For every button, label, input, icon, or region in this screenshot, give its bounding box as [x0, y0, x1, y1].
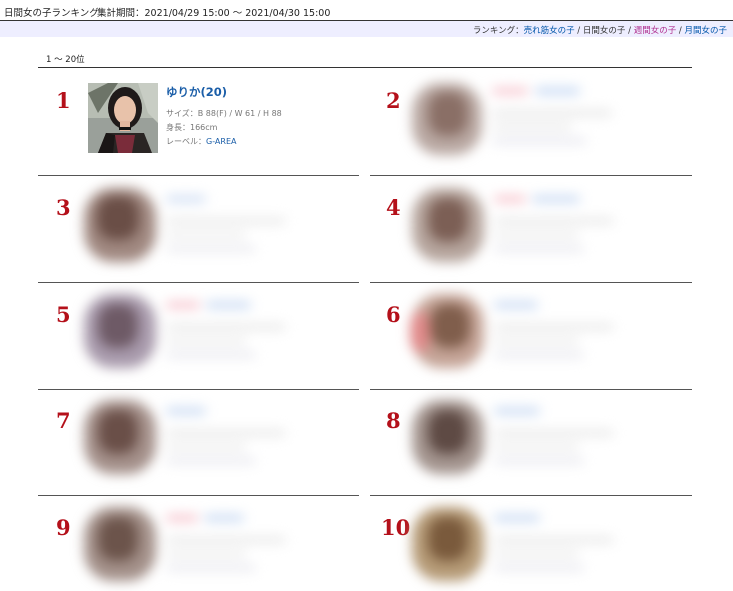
divider	[38, 389, 359, 390]
nav-sep: /	[625, 26, 634, 36]
nav-link-monthly[interactable]: 月間女の子	[684, 26, 727, 36]
rank-number: 5	[56, 302, 71, 327]
divider	[370, 495, 692, 496]
blurred-entry[interactable]	[82, 292, 322, 377]
blurred-entry[interactable]	[410, 186, 670, 271]
ranking-nav: ランキング：売れ筋女の子 / 日間女の子 / 週間女の子 / 月間女の子	[0, 21, 733, 37]
blurred-entry[interactable]	[410, 78, 670, 163]
entry-info: サイズ：B 88(F) / W 61 / H 88 身長：166cm レーベル：…	[166, 107, 282, 149]
rank-number: 10	[381, 515, 411, 540]
blurred-entry[interactable]	[82, 398, 322, 483]
blurred-entry[interactable]	[410, 292, 670, 377]
portrait-image	[88, 83, 158, 153]
divider	[38, 495, 359, 496]
blurred-entry[interactable]	[82, 505, 322, 585]
divider	[370, 175, 692, 176]
divider	[370, 282, 692, 283]
period-value: 2021/04/29 15:00 〜 2021/04/30 15:00	[144, 8, 331, 19]
nav-current-daily: 日間女の子	[582, 26, 626, 36]
rank-number: 4	[386, 195, 401, 220]
rank-number: 1	[56, 88, 71, 113]
nav-sep: /	[574, 26, 583, 36]
rank-number: 2	[386, 88, 401, 113]
nav-link-weekly[interactable]: 週間女の子	[634, 26, 677, 36]
rank-number: 7	[56, 408, 71, 433]
size-line: サイズ：B 88(F) / W 61 / H 88	[166, 109, 282, 118]
label-line: レーベル：G-AREA	[166, 135, 282, 149]
rank-number: 8	[386, 408, 401, 433]
rank-number: 9	[56, 515, 71, 540]
nav-link-best-seller[interactable]: 売れ筋女の子	[524, 26, 575, 36]
period-text: 集計期間：2021/04/29 15:00 〜 2021/04/30 15:00	[97, 5, 330, 19]
height-line: 身長：166cm	[166, 123, 218, 132]
blurred-entry[interactable]	[410, 505, 670, 585]
divider	[38, 67, 692, 68]
divider	[370, 389, 692, 390]
range-label: 1 〜 20位	[46, 55, 85, 65]
divider	[38, 282, 359, 283]
rank-number: 6	[386, 302, 401, 327]
blurred-entry[interactable]	[82, 186, 322, 271]
label-prefix: レーベル：	[166, 137, 206, 146]
label-link[interactable]: G-AREA	[206, 137, 236, 146]
entry-photo[interactable]	[88, 83, 158, 153]
period-label: 集計期間：	[97, 8, 145, 19]
blurred-entry[interactable]	[410, 398, 670, 483]
nav-prefix: ランキング：	[472, 26, 524, 36]
entry-name-link[interactable]: ゆりか(20)	[166, 84, 227, 100]
page-header: 日間女の子ランキング 集計期間：2021/04/29 15:00 〜 2021/…	[0, 0, 733, 21]
divider	[38, 175, 359, 176]
rank-number: 3	[56, 195, 71, 220]
page-title: 日間女の子ランキング	[4, 8, 99, 19]
